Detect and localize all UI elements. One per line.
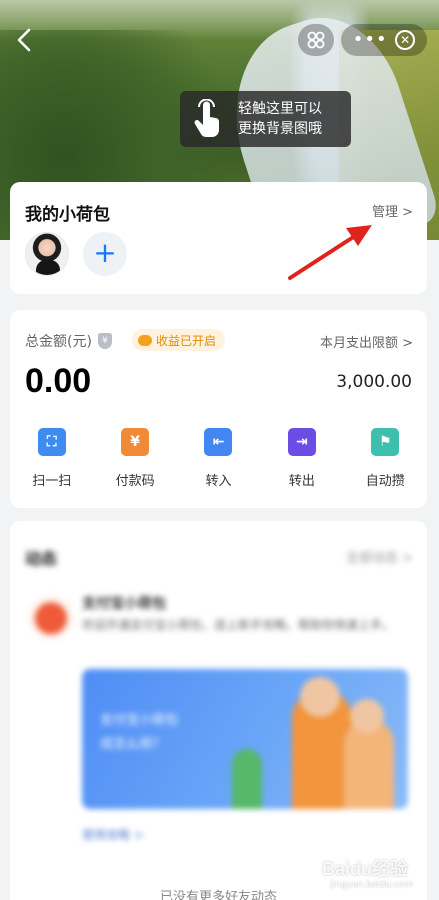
flag-icon: ⚑ bbox=[371, 428, 400, 456]
coin-icon bbox=[138, 334, 152, 346]
chevron-left-icon bbox=[17, 28, 31, 52]
purse-logo bbox=[28, 593, 74, 639]
quick-actions: ⛶ 扫一扫 ¥ 付款码 ⇤ 转入 ⇥ 转出 ⚑ 自动攒 bbox=[10, 428, 427, 489]
guide-link[interactable]: 使用攻略 > bbox=[82, 826, 144, 843]
banner-person-1-head bbox=[300, 677, 340, 717]
scan-button[interactable] bbox=[298, 24, 334, 56]
spending-limit-value: 3,000.00 bbox=[336, 372, 412, 392]
banner-plant bbox=[232, 749, 262, 809]
more-dots-icon[interactable]: ••• bbox=[353, 31, 388, 49]
pay-code-icon: ¥ bbox=[121, 428, 150, 456]
earnings-badge-text: 收益已开启 bbox=[156, 333, 217, 348]
banner-person-2-head bbox=[350, 699, 384, 733]
avatar-figure bbox=[36, 260, 60, 275]
action-label: 付款码 bbox=[115, 474, 155, 489]
feed-description: 欢迎开通支付宝小荷包，送上新手攻略，帮助你快速上手。 bbox=[82, 618, 395, 632]
red-arrow-annotation bbox=[288, 225, 372, 280]
earnings-badge[interactable]: 收益已开启 bbox=[132, 329, 226, 351]
tooltip-text: 轻触这里可以 更换背景图哦 bbox=[238, 99, 322, 139]
feed-title: 动态 bbox=[25, 549, 58, 568]
avatar[interactable] bbox=[25, 232, 69, 276]
tooltip-line-2: 更换背景图哦 bbox=[238, 121, 322, 137]
close-circle-icon[interactable]: ✕ bbox=[395, 30, 416, 50]
action-label: 扫一扫 bbox=[32, 474, 72, 489]
add-member-button[interactable]: + bbox=[83, 232, 127, 276]
banner-line-2: 成怎么用？ bbox=[100, 737, 166, 752]
mini-app-menu-capsule: ••• ✕ bbox=[341, 24, 427, 56]
action-pay-code[interactable]: ¥ 付款码 bbox=[93, 428, 176, 489]
feed-banner[interactable]: 支付宝小荷包 成怎么用？ bbox=[82, 669, 408, 809]
watermark-brand: Baidu经验 bbox=[322, 859, 409, 879]
tap-hand-icon bbox=[194, 99, 220, 137]
action-label: 转出 bbox=[288, 474, 315, 489]
action-label: 转入 bbox=[205, 474, 232, 489]
back-button[interactable] bbox=[10, 26, 38, 54]
transfer-in-icon: ⇤ bbox=[204, 428, 233, 456]
purse-title: 我的小荷包 bbox=[25, 205, 110, 225]
balance-card: 总金额(元) ¥ 收益已开启 本月支出限额 > 0.00 3,000.00 ⛶ … bbox=[10, 310, 427, 508]
action-label: 自动攒 bbox=[365, 474, 405, 489]
action-scan[interactable]: ⛶ 扫一扫 bbox=[10, 428, 93, 489]
feed-author: 支付宝小荷包 bbox=[82, 596, 166, 612]
spending-limit-link[interactable]: 本月支出限额 > bbox=[320, 332, 413, 351]
total-amount-value: 0.00 bbox=[25, 362, 92, 400]
watermark-url: jingyan.baidu.com bbox=[330, 880, 414, 890]
total-amount-text: 总金额(元) bbox=[25, 334, 92, 350]
scan-icon bbox=[307, 31, 325, 49]
transfer-out-icon: ⇥ bbox=[287, 428, 316, 456]
action-auto-save[interactable]: ⚑ 自动攒 bbox=[344, 428, 427, 489]
feed-more-link[interactable]: 全部动态 > bbox=[346, 547, 413, 566]
activity-feed-card: 动态 全部动态 > 支付宝小荷包 欢迎开通支付宝小荷包，送上新手攻略，帮助你快速… bbox=[10, 521, 427, 900]
shield-icon: ¥ bbox=[97, 333, 112, 349]
tooltip-line-1: 轻触这里可以 bbox=[238, 101, 322, 117]
background-change-tooltip[interactable]: 轻触这里可以 更换背景图哦 bbox=[180, 91, 351, 147]
action-transfer-out[interactable]: ⇥ 转出 bbox=[260, 428, 343, 489]
action-transfer-in[interactable]: ⇤ 转入 bbox=[177, 428, 260, 489]
scan-icon: ⛶ bbox=[37, 428, 66, 456]
total-amount-label: 总金额(元) ¥ bbox=[25, 331, 112, 351]
banner-text: 支付宝小荷包 成怎么用？ bbox=[100, 709, 178, 757]
banner-line-1: 支付宝小荷包 bbox=[100, 713, 179, 728]
